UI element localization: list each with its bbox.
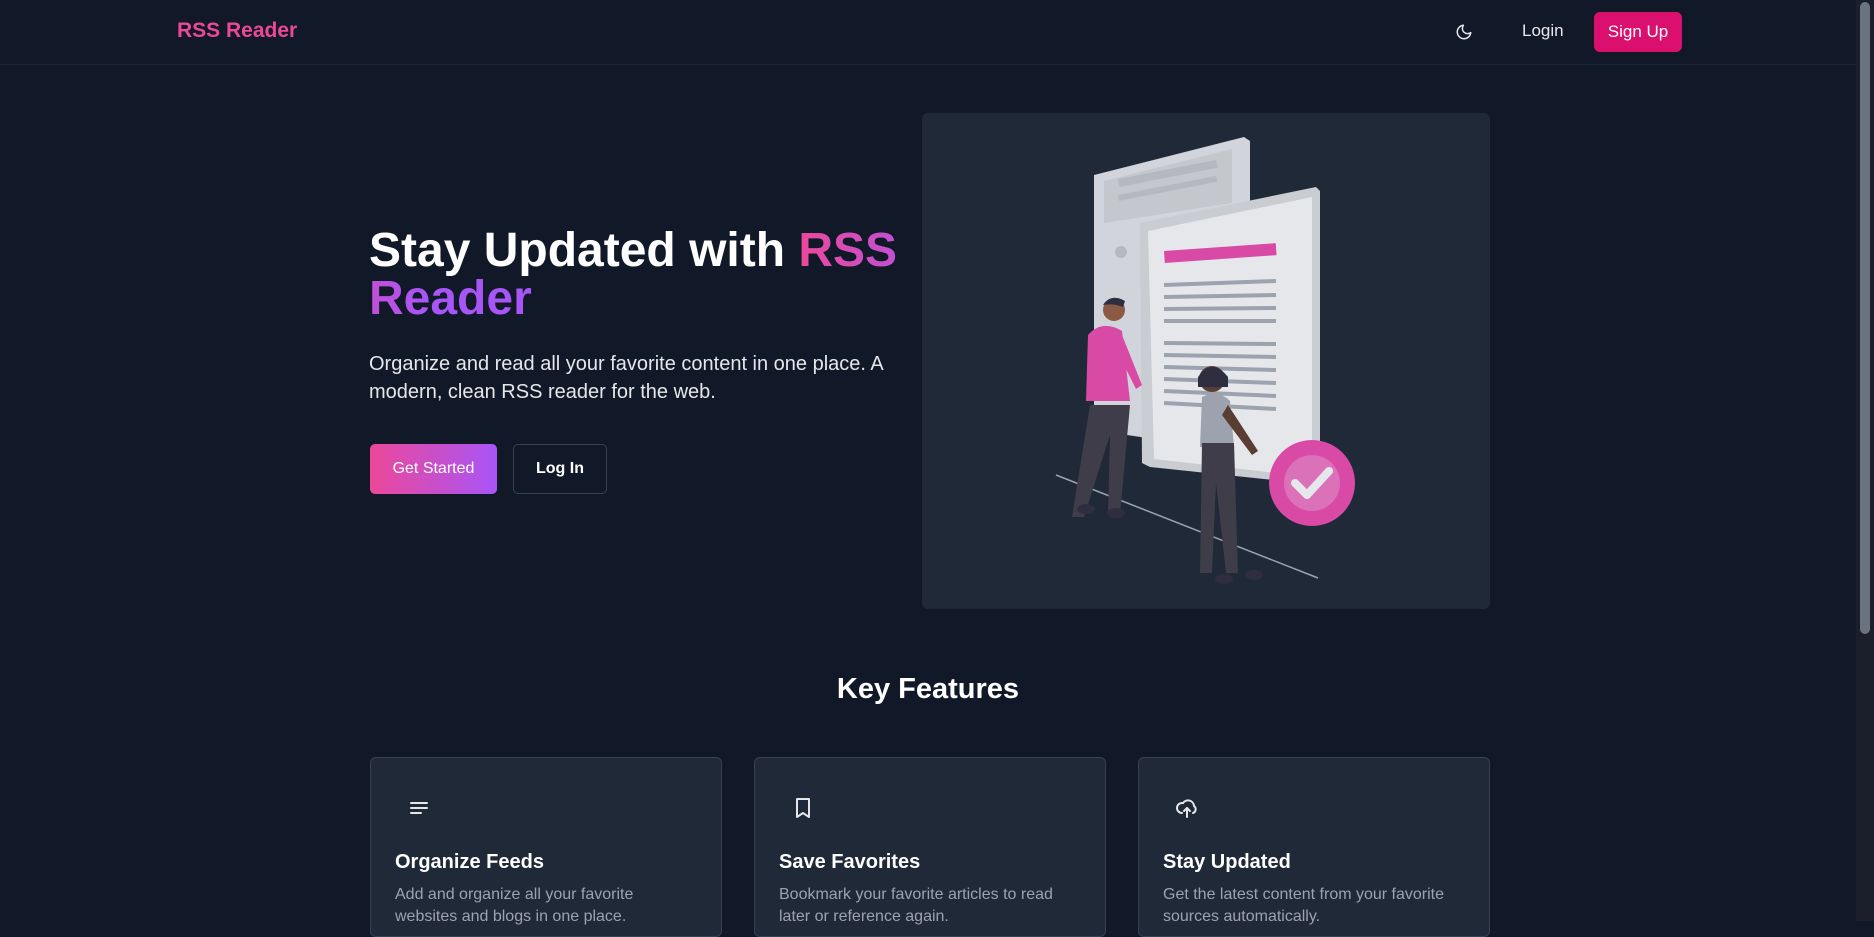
lines-icon xyxy=(410,802,428,814)
hero-illustration-card xyxy=(922,113,1490,609)
moon-icon xyxy=(1456,24,1472,40)
login-link[interactable]: Login xyxy=(1522,21,1564,41)
feature-description: Get the latest content from your favorit… xyxy=(1163,886,1445,925)
hero-title-plain: Stay Updated with xyxy=(369,224,799,277)
top-nav: RSS Reader Login Sign Up xyxy=(0,0,1856,65)
feature-description: Add and organize all your favorite websi… xyxy=(395,886,634,925)
page-scrollbar[interactable] xyxy=(1856,0,1874,921)
signup-button[interactable]: Sign Up xyxy=(1594,12,1682,52)
get-started-button[interactable]: Get Started xyxy=(370,444,497,494)
hero-title: Stay Updated with RSS Reader xyxy=(369,227,909,323)
theme-toggle-button[interactable] xyxy=(1452,20,1476,44)
feature-title: Organize Feeds xyxy=(395,851,544,873)
reading-people-illustration xyxy=(1055,137,1355,584)
bookmark-icon xyxy=(796,798,810,818)
brand-logo[interactable]: RSS Reader xyxy=(177,19,297,43)
features-heading: Key Features xyxy=(836,673,1020,705)
log-in-button[interactable]: Log In xyxy=(513,444,607,494)
feature-card-updated: Stay Updated Get the latest content from… xyxy=(1138,757,1490,937)
scrollbar-thumb[interactable] xyxy=(1860,2,1870,634)
cloud-upload-icon xyxy=(1176,799,1197,818)
hero-subtitle: Organize and read all your favorite cont… xyxy=(369,353,883,403)
feature-description: Bookmark your favorite articles to read … xyxy=(779,886,1053,925)
feature-title: Save Favorites xyxy=(779,851,921,873)
feature-card-organize: Organize Feeds Add and organize all your… xyxy=(370,757,722,937)
feature-title: Stay Updated xyxy=(1163,851,1291,873)
feature-card-favorites: Save Favorites Bookmark your favorite ar… xyxy=(754,757,1106,937)
